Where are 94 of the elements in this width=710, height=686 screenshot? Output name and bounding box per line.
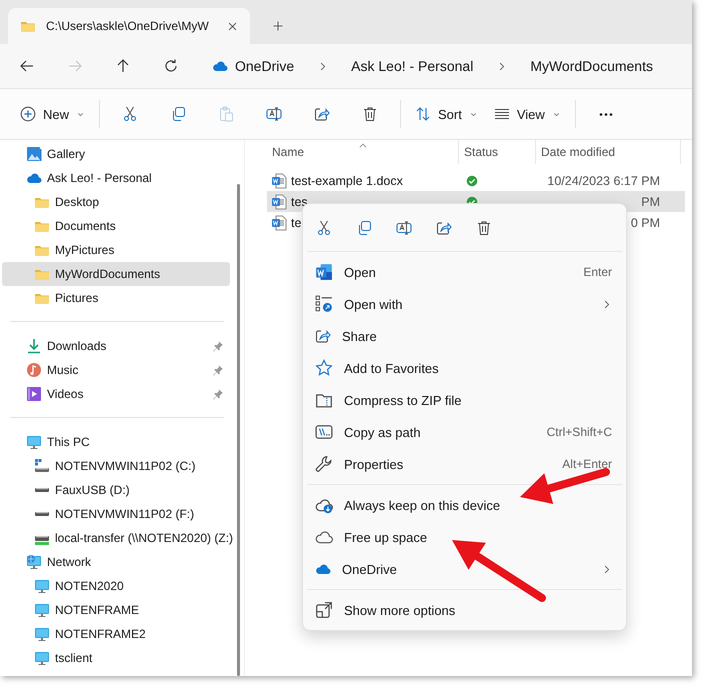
monitor-icon (34, 578, 50, 594)
sidebar-item[interactable]: NOTENFRAME2 (2, 622, 230, 646)
scissors-icon (316, 220, 332, 236)
list-icon (494, 106, 510, 122)
sidebar-item[interactable]: Desktop (2, 190, 230, 214)
download-icon (26, 338, 42, 354)
path-icon (315, 423, 333, 441)
monitor-icon (34, 650, 50, 666)
menu-item[interactable]: Free up space (303, 521, 626, 553)
sort-button[interactable]: Sort (407, 97, 486, 131)
breadcrumb-item[interactable]: MyWordDocuments (527, 56, 656, 76)
date-modified: PM (641, 194, 660, 208)
date-modified: 10/24/2023 6:17 PM (547, 174, 660, 188)
plus-circle-icon (20, 106, 36, 122)
close-icon (227, 20, 238, 32)
menu-item[interactable]: Add to Favorites (303, 352, 626, 384)
menu-item[interactable]: Compress to ZIP file (303, 384, 626, 416)
file-name: test-example 1.docx (291, 174, 403, 188)
file-row[interactable]: test-example 1.docx 10/24/2023 6:17 PM (267, 170, 685, 191)
sidebar-item[interactable]: NOTENVMWIN11P02 (F:) (2, 502, 230, 526)
sidebar-item[interactable]: Downloads (2, 334, 230, 358)
document-icon (271, 214, 287, 230)
menu-item[interactable]: Properties Alt+Enter (303, 448, 626, 480)
rename-icon (396, 220, 412, 236)
file-name: te (291, 216, 302, 230)
trash-icon (476, 220, 492, 236)
monitor-icon (34, 602, 50, 618)
breadcrumb-item[interactable]: Ask Leo! - Personal (348, 56, 476, 76)
more-icon (598, 112, 613, 116)
sidebar-item[interactable]: FauxUSB (D:) (2, 478, 230, 502)
menu-item[interactable]: Open Enter (303, 256, 626, 288)
sidebar-item[interactable]: Pictures (2, 286, 230, 310)
video-icon (26, 386, 42, 402)
view-button[interactable]: View (486, 97, 569, 131)
column-header[interactable]: Date modified (536, 140, 681, 164)
drive-icon (35, 512, 49, 516)
sidebar-item[interactable]: MyPictures (2, 238, 230, 262)
expand-icon (315, 601, 333, 619)
network-icon (26, 554, 42, 570)
monitor-icon (34, 626, 50, 642)
copy-icon (356, 220, 372, 236)
sidebar-item[interactable]: This PC (2, 430, 230, 454)
sidebar-item[interactable]: MyWordDocuments (2, 262, 230, 286)
close-button[interactable] (227, 20, 238, 32)
trash-icon (362, 106, 378, 122)
scissors-icon (122, 106, 138, 122)
monitor-icon (26, 434, 42, 450)
sort-icon (415, 106, 432, 122)
plus-icon (272, 20, 284, 32)
document-icon (271, 172, 287, 188)
sidebar-item[interactable]: NOTEN2020 (2, 574, 230, 598)
sidebar-item[interactable]: Videos (2, 382, 230, 406)
sidebar-item[interactable]: NOTENVMWIN11P02 (C:) (2, 454, 230, 478)
shortcut: Alt+Enter (562, 457, 612, 471)
shortcut: Enter (583, 265, 612, 279)
share-icon (314, 106, 330, 122)
check-circle-icon (465, 174, 479, 188)
word-icon (315, 263, 333, 281)
drive-icon (35, 488, 49, 492)
tab-title: C:\Users\askle\OneDrive\MyW (46, 19, 210, 33)
shortcut: Ctrl+Shift+C (546, 425, 612, 439)
menu-item[interactable]: Copy as path Ctrl+Shift+C (303, 416, 626, 448)
rename-icon (266, 106, 282, 122)
sidebar-item[interactable]: tsclient (2, 646, 230, 670)
scrollbar[interactable] (237, 184, 240, 676)
menu-item[interactable]: Open with (303, 288, 626, 320)
breadcrumb-item[interactable]: OneDrive (209, 56, 298, 76)
music-icon (26, 362, 42, 378)
new-button[interactable]: New (12, 97, 94, 131)
sidebar-item[interactable]: Documents (2, 214, 230, 238)
file-row[interactable]: te 0 PM (267, 212, 685, 233)
share-icon (436, 220, 452, 236)
wrench-icon (315, 455, 333, 473)
column-header[interactable]: Name (267, 140, 459, 164)
window-tab[interactable]: C:\Users\askle\OneDrive\MyW (8, 8, 250, 44)
open-with-icon (315, 295, 333, 313)
document-icon (271, 194, 287, 210)
date-modified: 0 PM (630, 216, 660, 230)
sidebar-item[interactable]: Music (2, 358, 230, 382)
clipboard-icon (218, 106, 234, 122)
drive-icon (34, 458, 50, 474)
menu-item[interactable]: OneDrive (303, 553, 626, 585)
menu-item[interactable]: Show more options (303, 594, 626, 626)
share-icon (315, 328, 331, 344)
star-icon (315, 359, 333, 377)
gallery-icon (26, 146, 42, 162)
sidebar-item[interactable]: Gallery (2, 142, 230, 166)
sidebar-item[interactable]: Ask Leo! - Personal (2, 166, 230, 190)
menu-item[interactable]: Share (303, 320, 626, 352)
column-header[interactable]: Status (459, 140, 536, 164)
sidebar-item[interactable]: NOTENFRAME (2, 598, 230, 622)
copy-icon (170, 106, 186, 122)
sidebar-item[interactable]: Network (2, 550, 230, 574)
sidebar-item[interactable]: local-transfer (\\NOTEN2020) (Z:) (2, 526, 230, 550)
